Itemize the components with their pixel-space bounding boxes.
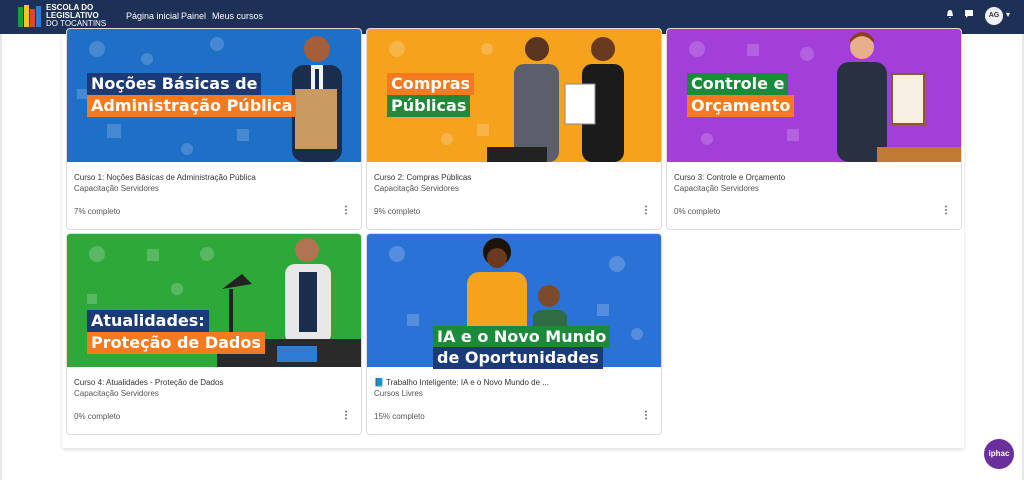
course-card[interactable]: Noções Básicas de Administração Pública …	[66, 28, 362, 230]
course-title[interactable]: Curso 4: Atualidades - Proteção de Dados	[74, 378, 223, 387]
more-options-icon[interactable]: ⋮	[641, 205, 651, 216]
banner-line2: Administração Pública	[87, 95, 297, 117]
page-left-border	[0, 34, 2, 480]
logo-icon[interactable]	[18, 5, 42, 29]
nav-my-courses[interactable]: Meus cursos	[212, 11, 263, 21]
banner-line2: Públicas	[387, 95, 471, 117]
course-progress: 7% completo	[74, 207, 121, 216]
course-category: Capacitação Servidores	[374, 184, 459, 193]
course-progress: 9% completo	[374, 207, 421, 216]
more-options-icon[interactable]: ⋮	[341, 410, 351, 421]
more-options-icon[interactable]: ⋮	[641, 410, 651, 421]
logo-text[interactable]: ESCOLA DO LEGISLATIVO DO TOCANTINS	[46, 4, 106, 28]
courses-container: Noções Básicas de Administração Pública …	[62, 28, 964, 448]
course-category: Capacitação Servidores	[674, 184, 759, 193]
course-category: Capacitação Servidores	[74, 389, 159, 398]
chat-icon[interactable]	[962, 9, 976, 23]
course-title[interactable]: Curso 2: Compras Públicas	[374, 173, 471, 182]
banner-line1: Compras	[387, 73, 475, 95]
banner-line2: de Oportunidades	[433, 347, 603, 369]
logo-line3: DO TOCANTINS	[46, 19, 107, 28]
more-options-icon[interactable]: ⋮	[341, 205, 351, 216]
course-card[interactable]: IA e o Novo Mundo de Oportunidades 📘 Tra…	[366, 233, 662, 435]
banner-line1: Controle e	[687, 73, 789, 95]
course-category: Cursos Livres	[374, 389, 423, 398]
banner-line1: IA e o Novo Mundo	[433, 326, 611, 348]
course-title[interactable]: Curso 1: Noções Básicas de Administração…	[74, 173, 256, 182]
course-progress: 0% completo	[74, 412, 121, 421]
nav-dashboard[interactable]: Painel	[181, 11, 206, 21]
more-options-icon[interactable]: ⋮	[941, 205, 951, 216]
banner-line2: Proteção de Dados	[87, 332, 265, 354]
chevron-down-icon[interactable]: ▾	[1006, 10, 1010, 19]
banner-line2: Orçamento	[687, 95, 795, 117]
bell-icon[interactable]	[943, 9, 957, 23]
course-progress: 15% completo	[374, 412, 425, 421]
nav-home[interactable]: Página inicial	[126, 11, 179, 21]
course-card[interactable]: Compras Públicas Curso 2: Compras Públic…	[366, 28, 662, 230]
banner-line1: Noções Básicas de	[87, 73, 262, 95]
course-category: Capacitação Servidores	[74, 184, 159, 193]
course-title[interactable]: Curso 3: Controle e Orçamento	[674, 173, 785, 182]
help-badge-button[interactable]: iphac	[984, 439, 1014, 469]
course-title[interactable]: 📘 Trabalho Inteligente: IA e o Novo Mund…	[374, 378, 549, 387]
course-card[interactable]: Atualidades: Proteção de Dados Curso 4: …	[66, 233, 362, 435]
course-card[interactable]: Controle e Orçamento Curso 3: Controle e…	[666, 28, 962, 230]
course-progress: 0% completo	[674, 207, 721, 216]
user-avatar[interactable]: AG	[985, 7, 1003, 25]
banner-line1: Atualidades:	[87, 310, 209, 332]
